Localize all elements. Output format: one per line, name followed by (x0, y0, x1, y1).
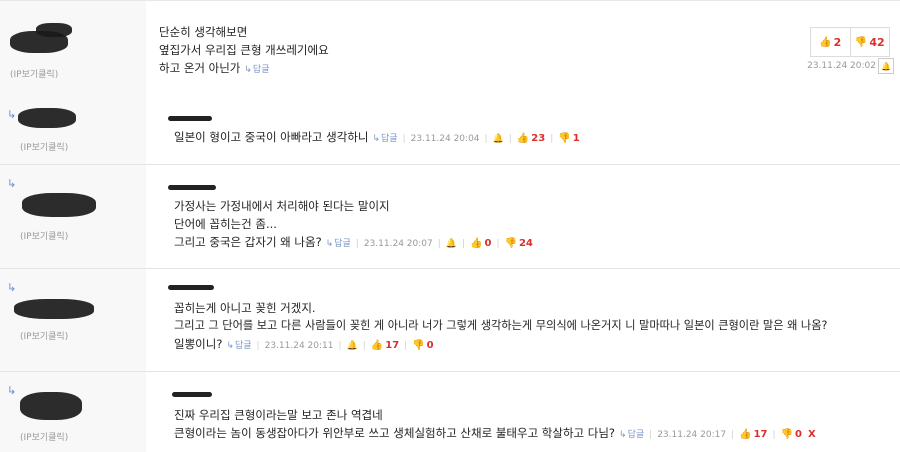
thumb-up-icon: 👍 (819, 36, 832, 48)
thumb-up-icon: 👍 (370, 340, 384, 351)
reply-arrow-icon: ↳ (7, 281, 17, 294)
comment-author-panel: ↳ (IP보기클릭) (0, 269, 146, 371)
downvote-button[interactable]: 👎 42 (849, 28, 890, 56)
reply-arrow-icon: ↳ (7, 108, 17, 121)
comment-line: 가정사는 가정내에서 처리해야 된다는 말이지 (174, 199, 390, 213)
thumb-down-icon: 👎 (412, 340, 425, 351)
reply-nickname-redacted (168, 285, 214, 290)
reply-button[interactable]: ↳답글 (326, 239, 351, 249)
reply-button[interactable]: ↳답글 (372, 134, 397, 144)
comment-author-panel: (IP보기클릭) (0, 1, 146, 96)
comment-row: ↳ (IP보기클릭) 꼽히는게 아니고 꽂힌 거겠지. 그리고 그 단어를 보고… (0, 269, 900, 372)
reply-nickname-redacted (168, 116, 212, 121)
vote-box: 👍 2 👎 42 (810, 27, 890, 57)
comment-line: 단어에 꼽히는건 좀... (174, 217, 277, 231)
reply-arrow-icon: ↳ (226, 341, 234, 351)
report-icon[interactable]: 🔔 (878, 58, 894, 74)
comment-date: 23.11.24 20:04 (410, 134, 480, 144)
comment-author-panel: ↳ (IP보기클릭) (0, 96, 146, 164)
comment-text: 일본이 형이고 중국이 아빠라고 생각하니 ↳답글 | 23.11.24 20:04 |… (174, 128, 580, 148)
report-icon[interactable]: 🔔 (493, 130, 504, 148)
thumb-down-icon: 👎 (854, 36, 868, 48)
downvote-button[interactable]: 👎 0 (781, 426, 802, 440)
report-icon[interactable]: 🔔 (347, 337, 358, 355)
comment-date: 23.11.24 20:07 (363, 239, 433, 249)
author-nickname-redacted (14, 299, 94, 319)
thumb-down-icon: 👎 (504, 238, 517, 249)
thumb-up-icon: 👍 (470, 238, 483, 249)
comment-line: 옆집가서 우리집 큰형 개쓰레기에요 (159, 43, 329, 57)
comment-row: (IP보기클릭) 단순히 생각해보면 옆집가서 우리집 큰형 개쓰레기에요 하고… (0, 0, 900, 97)
comment-date: 23.11.24 20:02 (807, 61, 876, 71)
comment-line: 단순히 생각해보면 (159, 25, 248, 39)
comment-text: 꼽히는게 아니고 꽂힌 거겠지. 그리고 그 단어를 보고 다른 사람들이 꽂힌… (174, 299, 827, 355)
comment-row: ↳ (IP보기클릭) 진짜 우리집 큰형이라는말 보고 존나 역겹네 큰형이라는… (0, 372, 900, 452)
comment-text: 진짜 우리집 큰형이라는말 보고 존나 역겹네 큰형이라는 놈이 동생잡아다가 … (174, 406, 816, 444)
upvote-button[interactable]: 👍 0 (470, 235, 491, 249)
comment-line: 일뽕이니? ↳답글 | 23.11.24 20:11 | 🔔 | 👍 17 | 👎 0 (174, 335, 827, 355)
comment-body: 단순히 생각해보면 옆집가서 우리집 큰형 개쓰레기에요 하고 온거 아닌가 ↳답… (146, 1, 900, 96)
ip-view-link[interactable]: (IP보기클릭) (20, 140, 68, 153)
reply-arrow-icon: ↳ (7, 177, 17, 190)
downvote-button[interactable]: 👎 1 (558, 130, 579, 144)
comment-body: 일본이 형이고 중국이 아빠라고 생각하니 ↳답글 | 23.11.24 20:04 |… (146, 96, 900, 164)
downvote-button[interactable]: 👎 0 (412, 337, 433, 351)
reply-arrow-icon: ↳ (325, 239, 334, 249)
upvote-button[interactable]: 👍 23 (517, 130, 545, 144)
comment-row: ↳ (IP보기클릭) 일본이 형이고 중국이 아빠라고 생각하니 ↳답글 | 23.1… (0, 96, 900, 165)
reply-arrow-icon: ↳ (7, 384, 17, 397)
comment-line: 진짜 우리집 큰형이라는말 보고 존나 역겹네 (174, 408, 383, 422)
comment-text: 단순히 생각해보면 옆집가서 우리집 큰형 개쓰레기에요 하고 온거 아닌가 ↳답… (159, 23, 329, 79)
comment-line: 그리고 중국은 갑자기 왜 나옴? ↳답글 | 23.11.24 20:07 | 🔔 | 👍 0… (174, 233, 533, 253)
thumb-down-icon: 👎 (780, 429, 794, 440)
comment-line: 일본이 형이고 중국이 아빠라고 생각하니 ↳답글 | 23.11.24 20:04 |… (174, 128, 580, 148)
author-nickname-redacted (18, 108, 76, 128)
reply-arrow-icon: ↳ (372, 134, 381, 144)
delete-button[interactable]: X (808, 429, 816, 440)
thumb-up-icon: 👍 (739, 429, 752, 440)
comment-body: 꼽히는게 아니고 꽂힌 거겠지. 그리고 그 단어를 보고 다른 사람들이 꽂힌… (146, 269, 900, 371)
comment-line: 그리고 그 단어를 보고 다른 사람들이 꽂힌 게 아니라 너가 그렇게 생각하… (174, 319, 828, 332)
ip-view-link[interactable]: (IP보기클릭) (20, 229, 68, 242)
comment-date: 23.11.24 20:17 (657, 430, 727, 440)
thumb-down-icon: 👎 (558, 133, 571, 144)
upvote-button[interactable]: 👍 17 (371, 337, 399, 351)
author-nickname-redacted (36, 23, 72, 37)
thumb-up-icon: 👍 (516, 133, 530, 144)
comment-line: 꼽히는게 아니고 꽂힌 거겠지. (174, 301, 316, 315)
reply-button[interactable]: ↳답글 (619, 430, 644, 440)
reply-nickname-redacted (172, 392, 212, 397)
upvote-button[interactable]: 👍 17 (739, 426, 767, 440)
comment-line: 하고 온거 아닌가 ↳답글 (159, 61, 270, 75)
reply-button[interactable]: ↳답글 (244, 65, 269, 75)
comment-date: 23.11.24 20:11 (264, 341, 334, 351)
downvote-button[interactable]: 👎 24 (505, 235, 533, 249)
ip-view-link[interactable]: (IP보기클릭) (20, 329, 68, 342)
comment-text: 가정사는 가정내에서 처리해야 된다는 말이지 단어에 꼽히는건 좀... 그리… (174, 197, 533, 253)
ip-view-link[interactable]: (IP보기클릭) (10, 67, 58, 80)
reply-nickname-redacted (168, 185, 216, 190)
author-nickname-redacted (20, 392, 82, 420)
reply-arrow-icon: ↳ (619, 430, 627, 440)
comment-body: 진짜 우리집 큰형이라는말 보고 존나 역겹네 큰형이라는 놈이 동생잡아다가 … (146, 372, 900, 452)
author-nickname-redacted (22, 193, 96, 217)
comment-author-panel: ↳ (IP보기클릭) (0, 165, 146, 268)
ip-view-link[interactable]: (IP보기클릭) (20, 430, 68, 443)
comment-line: 큰형이라는 놈이 동생잡아다가 위안부로 쓰고 생체실험하고 산채로 불태우고 … (174, 426, 816, 440)
upvote-button[interactable]: 👍 2 (811, 28, 850, 56)
report-icon[interactable]: 🔔 (446, 235, 457, 253)
comment-author-panel: ↳ (IP보기클릭) (0, 372, 146, 452)
reply-button[interactable]: ↳답글 (226, 341, 251, 351)
comment-row: ↳ (IP보기클릭) 가정사는 가정내에서 처리해야 된다는 말이지 단어에 꼽… (0, 165, 900, 269)
reply-arrow-icon: ↳ (244, 65, 252, 75)
comment-body: 가정사는 가정내에서 처리해야 된다는 말이지 단어에 꼽히는건 좀... 그리… (146, 165, 900, 268)
